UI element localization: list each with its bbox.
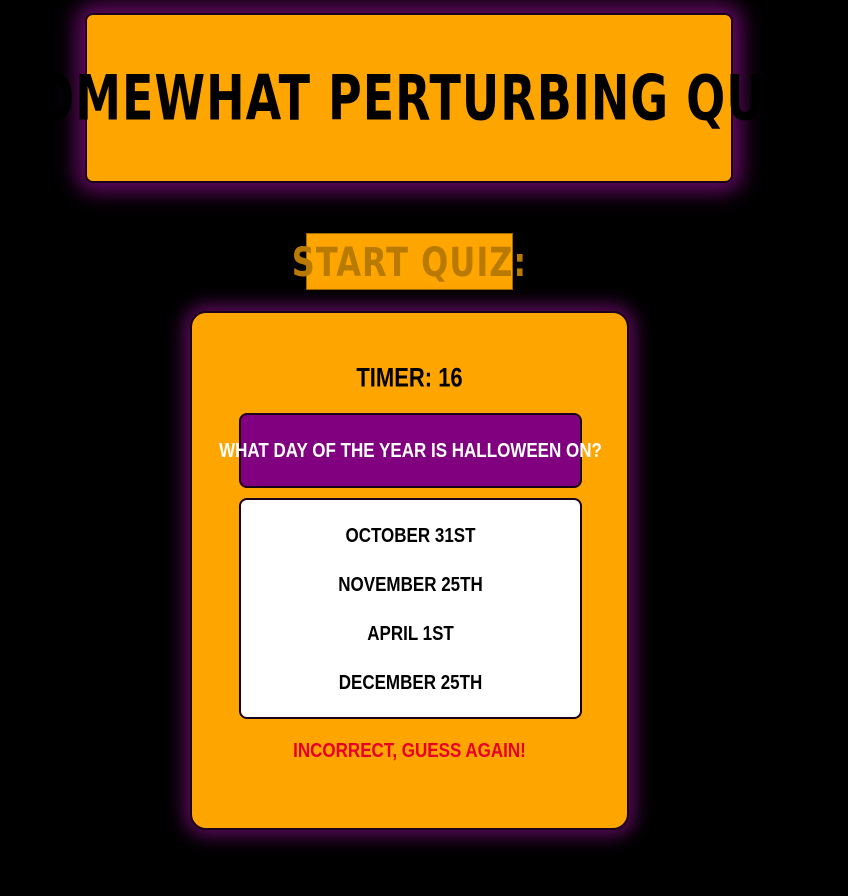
answer-option-2[interactable]: November 25th bbox=[241, 573, 580, 622]
start-quiz-label: Start Quiz: bbox=[291, 237, 528, 286]
answer-option-4[interactable]: December 25th bbox=[241, 671, 580, 720]
page-title: Somewhat Perturbing Quiz bbox=[0, 61, 818, 135]
quiz-header: Somewhat Perturbing Quiz bbox=[1, 13, 816, 183]
feedback-message: Incorrect, guess again! bbox=[293, 739, 526, 762]
answer-option-3[interactable]: April 1st bbox=[241, 622, 580, 671]
timer: Timer: 16 bbox=[356, 362, 463, 393]
quiz-card: Timer: 16 What day of the year is Hallow… bbox=[190, 311, 629, 830]
question-text: What day of the year is Halloween on? bbox=[219, 438, 602, 462]
start-quiz-button[interactable]: Start Quiz: bbox=[292, 233, 526, 290]
answer-list: October 31st November 25th April 1st Dec… bbox=[239, 498, 582, 719]
question-box: What day of the year is Halloween on? bbox=[219, 413, 602, 488]
answer-option-1[interactable]: October 31st bbox=[241, 524, 580, 573]
